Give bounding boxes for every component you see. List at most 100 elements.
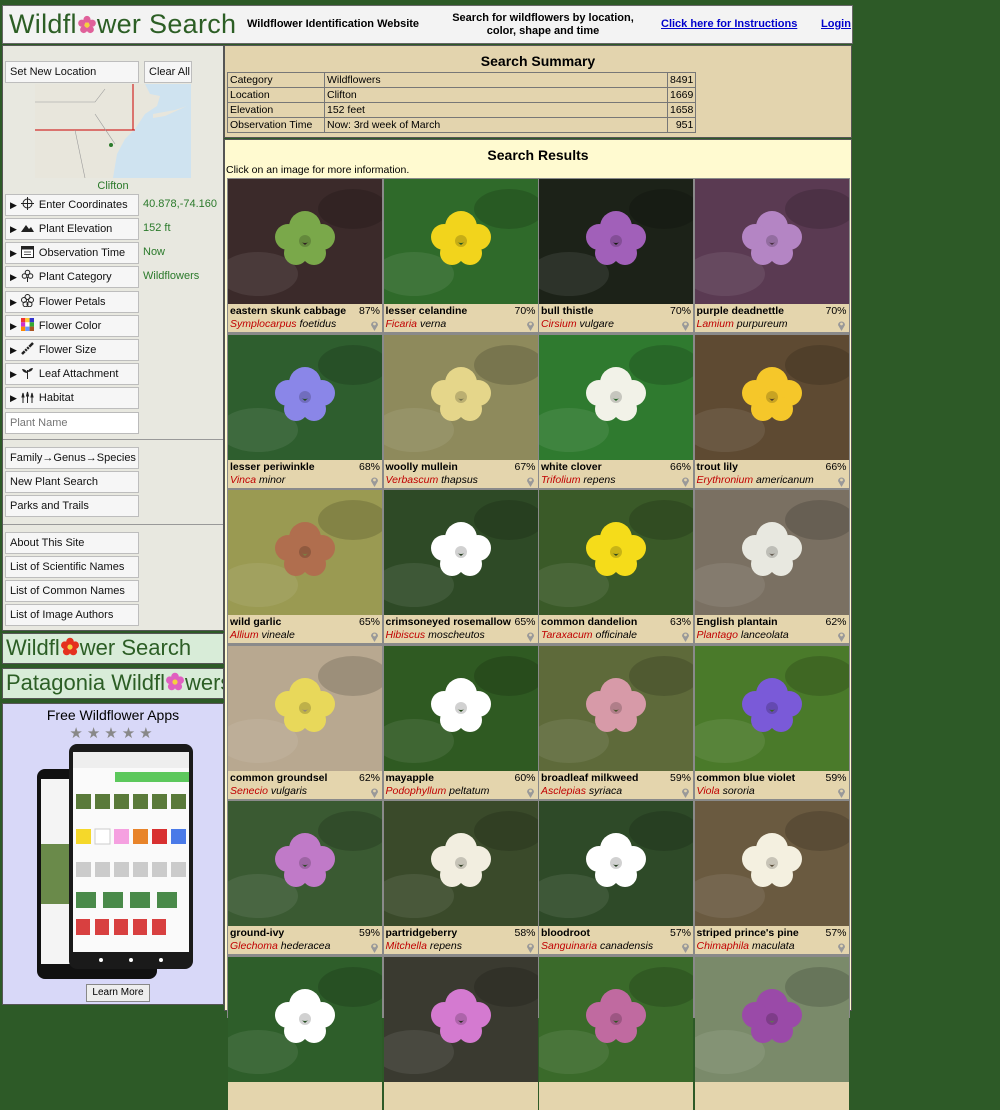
instructions-link[interactable]: Click here for Instructions <box>661 18 797 30</box>
plant-thumbnail[interactable] <box>383 645 538 771</box>
nav-common-names[interactable]: List of Common Names <box>5 580 139 602</box>
plant-thumbnail[interactable] <box>539 956 693 1082</box>
map-pin-icon[interactable] <box>370 629 379 642</box>
map-pin-icon[interactable] <box>370 474 379 487</box>
plant-thumbnail[interactable] <box>383 490 538 615</box>
filter-plant-elevation[interactable]: ▶ Plant Elevation <box>5 218 139 240</box>
result-card[interactable]: common dandelion 63% Taraxacum officinale <box>539 490 693 643</box>
match-percent: 65% <box>358 616 380 628</box>
map-pin-icon[interactable] <box>526 629 535 642</box>
map-pin-icon[interactable] <box>681 785 690 798</box>
results-title: Search Results <box>487 147 589 163</box>
wildflower-search-banner[interactable]: Wildfl wer Search <box>2 633 224 664</box>
result-card[interactable]: ground-ivy 59% Glechoma hederacea <box>228 801 382 954</box>
result-card[interactable] <box>383 956 538 1110</box>
plant-thumbnail[interactable] <box>228 956 382 1082</box>
plant-thumbnail[interactable] <box>694 645 849 771</box>
result-card[interactable] <box>228 956 382 1110</box>
map-pin-icon[interactable] <box>526 474 535 487</box>
site-logo[interactable]: Wildfl wer Search <box>9 9 236 40</box>
map-pin-icon[interactable] <box>370 318 379 331</box>
result-card[interactable]: mayapple 60% Podophyllum peltatum <box>383 645 538 799</box>
map-pin-icon[interactable] <box>370 785 379 798</box>
result-card[interactable]: common blue violet 59% Viola sororia <box>694 645 849 799</box>
plant-thumbnail[interactable] <box>694 801 849 926</box>
nav-new-plant-search[interactable]: New Plant Search <box>5 471 139 493</box>
result-card[interactable]: crimsoneyed rosemallow 65% Hibiscus mosche… <box>383 490 538 643</box>
filter-leaf-attachment[interactable]: ▶ Leaf Attachment <box>5 363 139 385</box>
map-pin-icon[interactable] <box>837 785 846 798</box>
result-card[interactable] <box>694 956 849 1110</box>
map-pin-icon[interactable] <box>526 940 535 953</box>
result-card[interactable]: trout lily 66% Erythronium americanum <box>694 334 849 488</box>
plant-thumbnail[interactable] <box>539 645 693 771</box>
map-pin-icon[interactable] <box>837 318 846 331</box>
map-pin-icon[interactable] <box>837 940 846 953</box>
result-card[interactable]: bloodroot 57% Sanguinaria canadensis <box>539 801 693 954</box>
result-card[interactable]: partridgeberry 58% Mitchella repens <box>383 801 538 954</box>
result-card[interactable]: striped prince's pine 57% Chimaphila macul… <box>694 801 849 954</box>
map-pin-icon[interactable] <box>526 785 535 798</box>
nav-family-genus-species[interactable]: Family→Genus→Species <box>5 447 139 469</box>
plant-thumbnail[interactable] <box>228 179 382 304</box>
patagonia-wildflowers-banner[interactable]: Patagonia Wildflwers <box>2 668 224 699</box>
clear-all-button[interactable]: Clear All <box>144 61 192 83</box>
result-card[interactable]: purple deadnettle 70% Lamium purpureum <box>694 179 849 332</box>
result-card[interactable]: common groundsel 62% Senecio vulgaris <box>228 645 382 799</box>
nav-image-authors[interactable]: List of Image Authors <box>5 604 139 626</box>
login-link[interactable]: Login <box>821 18 851 30</box>
map-pin-icon[interactable] <box>681 318 690 331</box>
filter-habitat[interactable]: ▶ Habitat <box>5 387 139 409</box>
filter-plant-category[interactable]: ▶ Plant Category <box>5 266 139 288</box>
plant-thumbnail[interactable] <box>539 179 693 304</box>
result-card[interactable] <box>539 956 693 1110</box>
map-pin-icon[interactable] <box>681 629 690 642</box>
map-pin-icon[interactable] <box>370 940 379 953</box>
plant-thumbnail[interactable] <box>694 179 849 304</box>
plant-thumbnail[interactable] <box>228 490 382 615</box>
result-card[interactable]: bull thistle 70% Cirsium vulgare <box>539 179 693 332</box>
result-card[interactable]: broadleaf milkweed 59% Asclepias syriaca <box>539 645 693 799</box>
plant-thumbnail[interactable] <box>694 956 849 1082</box>
nav-about-this-site[interactable]: About This Site <box>5 532 139 554</box>
plant-name-input[interactable] <box>5 412 139 434</box>
plant-thumbnail[interactable] <box>228 801 382 926</box>
location-map[interactable] <box>35 84 191 178</box>
plant-thumbnail[interactable] <box>383 179 538 304</box>
plant-thumbnail[interactable] <box>539 334 693 460</box>
result-card[interactable]: eastern skunk cabbage 87% Symplocarpus foe… <box>228 179 382 332</box>
plant-thumbnail[interactable] <box>228 645 382 771</box>
filter-flower-size[interactable]: ▶ Flower Size <box>5 339 139 361</box>
map-pin-icon[interactable] <box>681 940 690 953</box>
plant-thumbnail[interactable] <box>228 334 382 460</box>
crosshair-icon <box>20 197 34 210</box>
summary-title: Search Summary <box>480 53 596 69</box>
map-pin-icon[interactable] <box>837 474 846 487</box>
filter-observation-time[interactable]: ▶ Observation Time <box>5 242 139 264</box>
result-card[interactable]: woolly mullein 67% Verbascum thapsus <box>383 334 538 488</box>
result-card[interactable]: wild garlic 65% Allium vineale <box>228 490 382 643</box>
plant-thumbnail[interactable] <box>383 334 538 460</box>
map-pin-icon[interactable] <box>681 474 690 487</box>
nav-parks-and-trails[interactable]: Parks and Trails <box>5 495 139 517</box>
map-pin-icon[interactable] <box>837 629 846 642</box>
plant-thumbnail[interactable] <box>539 801 693 926</box>
learn-more-button[interactable]: Learn More <box>86 984 150 1002</box>
filter-enter-coordinates[interactable]: ▶ Enter Coordinates <box>5 194 139 216</box>
plant-thumbnail[interactable] <box>383 956 538 1082</box>
plant-thumbnail[interactable] <box>694 490 849 615</box>
plant-thumbnail[interactable] <box>539 490 693 615</box>
result-card[interactable]: white clover 66% Trifolium repens <box>539 334 693 488</box>
filter-flower-color[interactable]: ▶ Flower Color <box>5 315 139 337</box>
result-card[interactable]: lesser periwinkle 68% Vinca minor <box>228 334 382 488</box>
filter-flower-petals[interactable]: ▶ Flower Petals <box>5 291 139 313</box>
nav-scientific-names[interactable]: List of Scientific Names <box>5 556 139 578</box>
result-card[interactable]: lesser celandine 70% Ficaria verna <box>383 179 538 332</box>
plant-thumbnail[interactable] <box>694 334 849 460</box>
map-pin-icon[interactable] <box>526 318 535 331</box>
result-card[interactable]: English plantain 62% Plantago lanceolata <box>694 490 849 643</box>
plant-thumbnail[interactable] <box>383 801 538 926</box>
set-new-location-button[interactable]: Set New Location <box>5 61 139 83</box>
species: maculata <box>751 940 795 952</box>
scientific-name: Podophyllum peltatum <box>386 785 490 797</box>
